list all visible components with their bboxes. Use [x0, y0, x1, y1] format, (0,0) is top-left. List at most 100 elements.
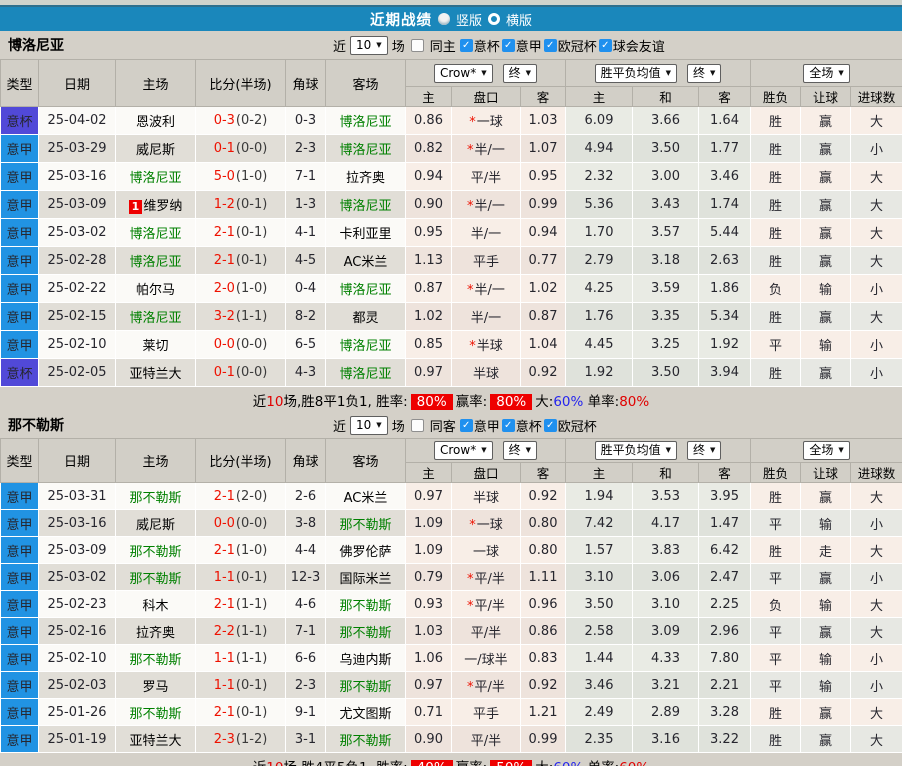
same-venue-checkbox[interactable]	[411, 39, 424, 52]
odds-home: 6.09	[566, 107, 633, 135]
odds-away: 3.95	[699, 483, 751, 510]
odds-draw: 3.50	[633, 135, 699, 163]
handicap-line: *平/半	[452, 564, 521, 591]
home-team: 那不勒斯	[116, 564, 196, 591]
sub-draw-odds: 和	[633, 463, 699, 483]
odds-away: 1.77	[699, 135, 751, 163]
odds-home: 1.92	[566, 359, 633, 387]
odds-draw: 3.25	[633, 331, 699, 359]
napoli-results-table: 类型 日期 主场 比分(半场) 角球 客场 Crow*▼ 终▼ 胜平负均值▼ 终…	[0, 438, 902, 753]
scope-select[interactable]: 全场▼	[803, 441, 849, 460]
home-team: 博洛尼亚	[116, 247, 196, 275]
col-type: 类型	[1, 439, 39, 483]
match-date: 25-01-19	[39, 726, 116, 753]
match-score: 5-0(1-0)	[196, 163, 286, 191]
handicap-home-odds: 0.90	[406, 191, 452, 219]
result-goals: 小	[851, 275, 902, 303]
league-checkbox[interactable]: ✓	[460, 419, 473, 432]
handicap-home-odds: 1.03	[406, 618, 452, 645]
league-badge: 意甲	[1, 510, 39, 537]
league-badge: 意甲	[1, 163, 39, 191]
sub-goals: 进球数	[851, 463, 902, 483]
handicap-line: 一/球半	[452, 645, 521, 672]
horizontal-label[interactable]: 横版	[506, 10, 532, 29]
chevron-down-icon: ▼	[710, 66, 715, 81]
same-venue-checkbox[interactable]	[411, 419, 424, 432]
league-badge: 意甲	[1, 275, 39, 303]
odds-type-select[interactable]: 胜平负均值▼	[595, 64, 677, 83]
home-team: 那不勒斯	[116, 645, 196, 672]
summary-segment: 单率:	[583, 394, 619, 410]
handicap-group-header: Crow*▼ 终▼	[406, 60, 566, 87]
away-team: AC米兰	[326, 247, 406, 275]
odds-stage-select[interactable]: 终▼	[687, 64, 721, 83]
match-count-select[interactable]: 10▼	[350, 416, 388, 435]
handicap-stage-select[interactable]: 终▼	[503, 64, 537, 83]
handicap-line: 半/一	[452, 303, 521, 331]
league-checkbox[interactable]: ✓	[502, 39, 515, 52]
match-score: 3-2(1-1)	[196, 303, 286, 331]
result-outcome: 胜	[751, 107, 801, 135]
match-date: 25-02-15	[39, 303, 116, 331]
away-team: 都灵	[326, 303, 406, 331]
summary-segment: 80%	[619, 394, 649, 410]
result-handicap: 赢	[801, 163, 851, 191]
handicap-away-odds: 0.92	[521, 672, 566, 699]
handicap-line: 平/半	[452, 726, 521, 753]
odds-away: 1.92	[699, 331, 751, 359]
league-checkbox[interactable]: ✓	[599, 39, 612, 52]
league-checkbox[interactable]: ✓	[544, 39, 557, 52]
match-date: 25-03-09	[39, 191, 116, 219]
section-header-bologna: 博洛尼亚 近 10▼ 场 同主 ✓意杯✓意甲✓欧冠杯✓球会友谊	[0, 31, 902, 59]
odds-group-header: 胜平负均值▼ 终▼	[566, 439, 751, 463]
odds-away: 2.21	[699, 672, 751, 699]
odds-home: 2.35	[566, 726, 633, 753]
col-away: 客场	[326, 439, 406, 483]
odds-home: 3.50	[566, 591, 633, 618]
result-goals: 大	[851, 591, 902, 618]
sub-home: 主	[406, 463, 452, 483]
handicap-away-odds: 1.21	[521, 699, 566, 726]
odds-away: 7.80	[699, 645, 751, 672]
corner-score: 8-2	[286, 303, 326, 331]
corner-score: 7-1	[286, 618, 326, 645]
corner-score: 4-4	[286, 537, 326, 564]
scope-select[interactable]: 全场▼	[803, 64, 849, 83]
odds-draw: 3.18	[633, 247, 699, 275]
league-badge: 意甲	[1, 219, 39, 247]
odds-home: 4.45	[566, 331, 633, 359]
odds-draw: 3.09	[633, 618, 699, 645]
handicap-stage-select[interactable]: 终▼	[503, 441, 537, 460]
league-checkbox[interactable]: ✓	[502, 419, 515, 432]
chevron-down-icon: ▼	[526, 443, 531, 458]
handicap-line: *半/一	[452, 135, 521, 163]
result-goals: 小	[851, 510, 902, 537]
away-team: 国际米兰	[326, 564, 406, 591]
league-checkbox[interactable]: ✓	[460, 39, 473, 52]
handicap-home-odds: 0.94	[406, 163, 452, 191]
corner-score: 1-3	[286, 191, 326, 219]
bookmaker-select[interactable]: Crow*▼	[434, 441, 493, 460]
vertical-radio-selected[interactable]	[438, 13, 450, 25]
odds-type-select[interactable]: 胜平负均值▼	[595, 441, 677, 460]
league-badge: 意杯	[1, 359, 39, 387]
odds-home: 1.76	[566, 303, 633, 331]
odds-away: 1.47	[699, 510, 751, 537]
handicap-home-odds: 1.06	[406, 645, 452, 672]
vertical-label[interactable]: 竖版	[456, 10, 482, 29]
result-outcome: 胜	[751, 191, 801, 219]
result-outcome: 负	[751, 275, 801, 303]
odds-stage-select[interactable]: 终▼	[687, 441, 721, 460]
match-count-select[interactable]: 10▼	[350, 36, 388, 55]
home-team: 那不勒斯	[116, 699, 196, 726]
league-checkbox[interactable]: ✓	[544, 419, 557, 432]
result-goals: 大	[851, 219, 902, 247]
bookmaker-select[interactable]: Crow*▼	[434, 64, 493, 83]
match-date: 25-02-16	[39, 618, 116, 645]
result-handicap: 赢	[801, 107, 851, 135]
horizontal-radio[interactable]	[488, 13, 500, 25]
home-team: 博洛尼亚	[116, 163, 196, 191]
chevron-down-icon: ▼	[838, 66, 843, 81]
away-team: 博洛尼亚	[326, 359, 406, 387]
sub-away-odds: 客	[699, 463, 751, 483]
